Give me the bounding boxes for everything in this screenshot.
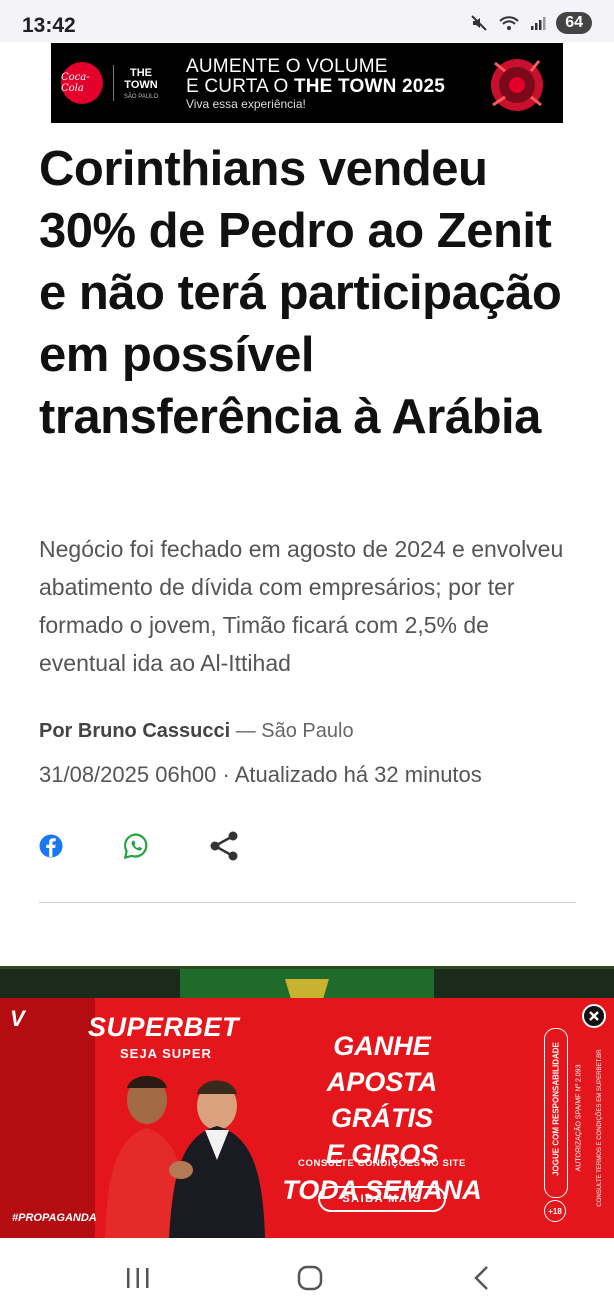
saiba-mais-button[interactable]: SAIBA MAIS — [318, 1186, 446, 1212]
status-icons: 64 — [470, 12, 592, 34]
ad-line-3: Viva essa experiência! — [186, 97, 306, 111]
ad-promo-text: GANHE APOSTA GRÁTIS E GIROS TODA SEMANA — [282, 1028, 482, 1208]
status-time: 13:42 — [22, 14, 76, 37]
share-icon — [210, 831, 238, 860]
the-town-logo-sub: SÃO PAULO — [123, 94, 159, 100]
android-nav-bar — [0, 1240, 614, 1316]
ad-line-1: AUMENTE O VOLUME — [186, 56, 388, 77]
coca-cola-logo: Coca-Cola — [61, 62, 103, 104]
facebook-share-button[interactable] — [39, 830, 123, 867]
back-icon — [474, 1266, 488, 1290]
wifi-icon — [499, 16, 519, 30]
article-headline: Corinthians vendeu 30% de Pedro ao Zenit… — [39, 142, 562, 444]
facebook-icon — [39, 834, 63, 857]
byline: Por Bruno Cassucci — São Paulo — [39, 720, 354, 743]
legal-responsibility-text: JOGUE COM RESPONSABILIDADE — [551, 1042, 561, 1176]
share-bar — [39, 830, 247, 866]
propaganda-tag: #PROPAGANDA — [12, 1212, 97, 1224]
signal-icon — [531, 17, 546, 30]
bottom-ad-banner[interactable]: V SUPERBET SEJA SUPER GANHE APOSTA GRÁTI… — [0, 998, 614, 1238]
recent-apps-icon — [127, 1268, 149, 1288]
legal-authorization-text: AUTORIZAÇÃO SPA/MF Nº 2.093 — [575, 1064, 583, 1172]
superbet-v-logo: V — [10, 1006, 25, 1031]
ad-line-2-bold: THE TOWN 2025 — [293, 76, 446, 97]
ad-legal-authorization: AUTORIZAÇÃO SPA/MF Nº 2.093 — [572, 1028, 586, 1208]
promo-line-1: GANHE — [333, 1031, 431, 1061]
content-divider — [39, 902, 576, 903]
the-town-logo: THE TOWN SÃO PAULO — [119, 67, 163, 103]
superbet-brand: SUPERBET — [88, 1012, 240, 1042]
author-location: — São Paulo — [230, 720, 354, 742]
author-name[interactable]: Por Bruno Cassucci — [39, 720, 230, 742]
ad-legal-terms: CONSULTE TERMOS E CONDIÇÕES EM SUPERBET.… — [594, 1028, 606, 1228]
close-icon — [589, 1011, 599, 1021]
publish-date: 31/08/2025 06h00 · Atualizado há 32 minu… — [39, 762, 482, 787]
whatsapp-share-button[interactable] — [123, 830, 207, 867]
ad-line-2: E CURTA O THE TOWN 2025 — [186, 77, 445, 97]
ad-people-illustration — [105, 1076, 265, 1238]
recent-apps-button[interactable] — [118, 1262, 158, 1294]
promo-line-2: APOSTA GRÁTIS — [326, 1067, 438, 1133]
close-ad-button[interactable] — [582, 1004, 606, 1028]
ad-dark-panel — [0, 998, 95, 1238]
battery-indicator: 64 — [556, 12, 592, 34]
legal-terms-text: CONSULTE TERMOS E CONDIÇÕES EM SUPERBET.… — [597, 1049, 603, 1207]
the-town-logo-line2: TOWN — [124, 79, 158, 91]
ad-artwork-icon — [491, 59, 543, 111]
superbet-tagline: SEJA SUPER — [120, 1046, 212, 1061]
the-town-logo-line1: THE — [130, 67, 152, 79]
ad-line-2-prefix: E CURTA O — [186, 76, 294, 97]
back-button[interactable] — [462, 1262, 502, 1294]
ad-divider — [113, 65, 114, 101]
article-subtitle: Negócio foi fechado em agosto de 2024 e … — [39, 536, 564, 676]
whatsapp-icon — [123, 832, 148, 859]
status-bar: 13:42 64 — [0, 0, 614, 42]
top-ad-banner[interactable]: Coca-Cola THE TOWN SÃO PAULO AUMENTE O V… — [51, 43, 563, 123]
ad-consult-note: CONSULTE CONDIÇÕES NO SITE — [298, 1158, 466, 1169]
home-icon — [297, 1265, 323, 1291]
ad-legal-responsibility: JOGUE COM RESPONSABILIDADE — [544, 1028, 568, 1198]
age-restriction-badge: +18 — [544, 1200, 566, 1222]
home-button[interactable] — [290, 1262, 330, 1294]
mute-icon — [471, 15, 487, 31]
generic-share-button[interactable] — [207, 829, 247, 868]
